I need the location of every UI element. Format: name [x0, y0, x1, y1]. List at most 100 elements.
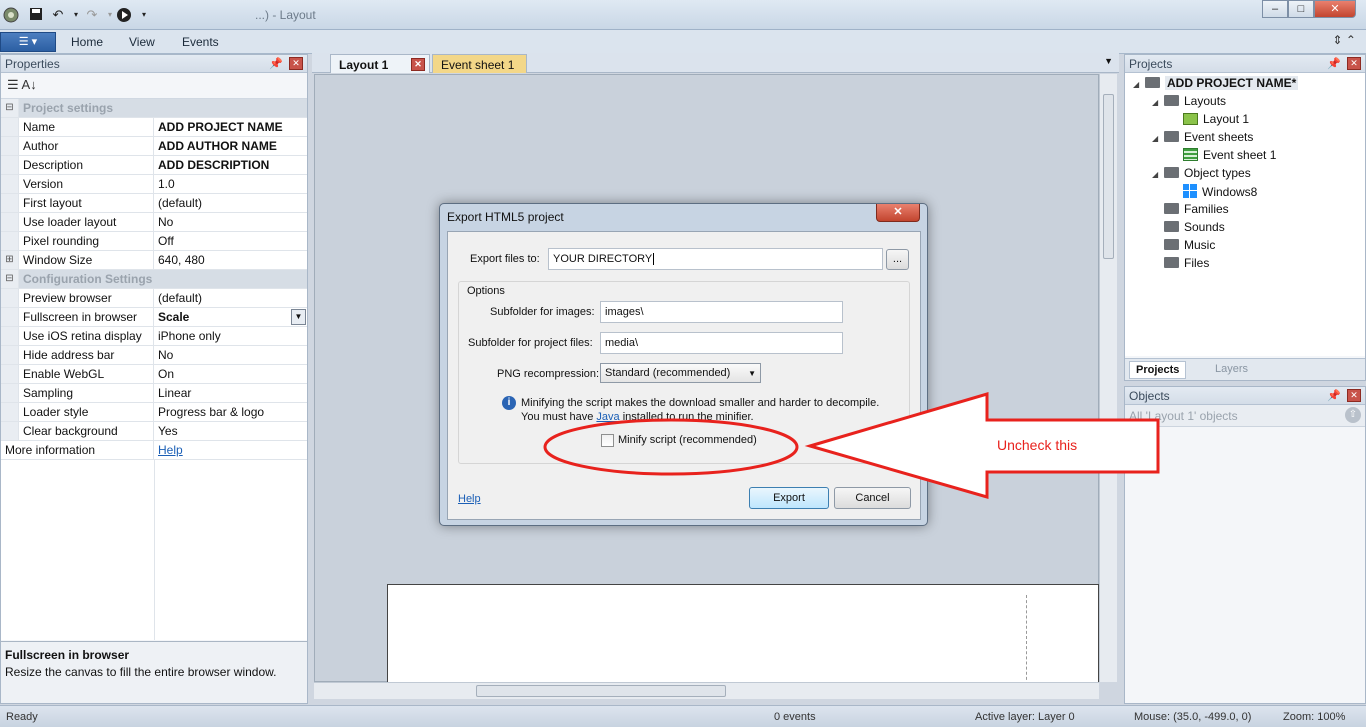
property-value[interactable]: ADD AUTHOR NAME: [154, 137, 307, 155]
minimize-button[interactable]: –: [1262, 0, 1288, 18]
export-path-input[interactable]: YOUR DIRECTORY: [548, 248, 883, 270]
close-panel-icon[interactable]: ✕: [1347, 57, 1361, 70]
expand-triangle-icon[interactable]: ◢: [1152, 170, 1164, 179]
java-link[interactable]: Java: [596, 411, 619, 423]
pin-icon[interactable]: 📌: [269, 57, 283, 70]
property-value[interactable]: Off: [154, 232, 307, 250]
help-link[interactable]: Help: [158, 443, 183, 457]
redo-icon[interactable]: ↷: [84, 7, 100, 23]
property-value[interactable]: Yes: [154, 422, 307, 440]
minify-script-checkbox[interactable]: [601, 434, 614, 447]
property-row[interactable]: Use iOS retina display iPhone only: [1, 327, 307, 346]
canvas-horizontal-scrollbar[interactable]: [314, 682, 1099, 699]
run-layout-icon[interactable]: [116, 7, 132, 23]
properties-toolbar[interactable]: ☰ A↓: [1, 73, 307, 99]
close-panel-icon[interactable]: ✕: [1347, 389, 1361, 402]
png-recompression-select[interactable]: Standard (recommended) ▼: [600, 363, 761, 383]
property-value[interactable]: No: [154, 213, 307, 231]
collapse-icon[interactable]: ⊟: [1, 99, 19, 117]
property-row[interactable]: Version 1.0: [1, 175, 307, 194]
property-value[interactable]: No: [154, 346, 307, 364]
property-value[interactable]: iPhone only: [154, 327, 307, 345]
property-row[interactable]: Clear background Yes: [1, 422, 307, 441]
horizontal-scroll-thumb[interactable]: [476, 685, 726, 697]
undo-dropdown-icon[interactable]: ▾: [68, 7, 84, 23]
tree-item[interactable]: Sounds: [1152, 220, 1225, 234]
save-icon[interactable]: [28, 7, 44, 23]
export-button[interactable]: Export: [749, 487, 829, 509]
property-value[interactable]: 640, 480: [154, 251, 307, 269]
property-category[interactable]: ⊟ Project settings: [1, 99, 307, 118]
close-tab-icon[interactable]: ✕: [411, 58, 425, 71]
property-row[interactable]: More information Help: [1, 441, 307, 460]
tree-item[interactable]: Layout 1: [1171, 112, 1249, 126]
tree-item[interactable]: ◢ Layouts: [1152, 94, 1226, 108]
tree-item[interactable]: Windows8: [1171, 184, 1257, 201]
property-row[interactable]: Sampling Linear: [1, 384, 307, 403]
property-row[interactable]: Description ADD DESCRIPTION: [1, 156, 307, 175]
tab-home[interactable]: Home: [71, 35, 103, 49]
property-value[interactable]: ADD DESCRIPTION: [154, 156, 307, 174]
property-row[interactable]: Loader style Progress bar & logo: [1, 403, 307, 422]
expand-triangle-icon[interactable]: ◢: [1152, 98, 1164, 107]
tree-item[interactable]: Families: [1152, 202, 1229, 216]
tab-layout-1[interactable]: Layout 1 ✕: [330, 54, 430, 73]
cancel-button[interactable]: Cancel: [834, 487, 911, 509]
property-value[interactable]: 1.0: [154, 175, 307, 193]
collapse-icon[interactable]: ⊟: [1, 270, 19, 288]
property-row[interactable]: Preview browser (default): [1, 289, 307, 308]
app-logo-icon[interactable]: [2, 6, 20, 24]
tree-item[interactable]: Event sheet 1: [1171, 148, 1276, 162]
dialog-help-link[interactable]: Help: [458, 493, 481, 505]
property-value[interactable]: Linear: [154, 384, 307, 402]
expand-icon[interactable]: ⊞: [1, 251, 19, 269]
app-menu-button[interactable]: ☰ ▾: [0, 32, 56, 52]
up-arrow-icon[interactable]: ⇧: [1345, 407, 1361, 423]
objects-filter[interactable]: All 'Layout 1' objects ⇧: [1125, 405, 1365, 427]
property-value[interactable]: ADD PROJECT NAME: [154, 118, 307, 136]
property-row[interactable]: Name ADD PROJECT NAME: [1, 118, 307, 137]
property-category[interactable]: ⊟ Configuration Settings: [1, 270, 307, 289]
tree-item[interactable]: Files: [1152, 256, 1209, 270]
property-value[interactable]: (default): [154, 289, 307, 307]
property-row[interactable]: Fullscreen in browser Scale ▼: [1, 308, 307, 327]
dialog-close-button[interactable]: ✕: [876, 204, 920, 222]
tree-item[interactable]: ◢ ADD PROJECT NAME*: [1133, 76, 1299, 90]
tab-events[interactable]: Events: [182, 35, 219, 49]
vertical-scroll-thumb[interactable]: [1103, 94, 1114, 259]
tab-layers[interactable]: Layers: [1215, 363, 1248, 375]
tree-item[interactable]: ◢ Event sheets: [1152, 130, 1253, 144]
property-row[interactable]: Use loader layout No: [1, 213, 307, 232]
property-value[interactable]: Progress bar & logo: [154, 403, 307, 421]
property-row[interactable]: ⊞ Window Size 640, 480: [1, 251, 307, 270]
chevron-down-icon[interactable]: ▼: [291, 309, 306, 325]
close-window-button[interactable]: ✕: [1314, 0, 1356, 18]
tabs-dropdown-icon[interactable]: ▼: [1104, 56, 1113, 66]
property-value[interactable]: On: [154, 365, 307, 383]
minify-script-label[interactable]: Minify script (recommended): [618, 434, 757, 446]
close-panel-icon[interactable]: ✕: [289, 57, 303, 70]
pin-icon[interactable]: 📌: [1327, 57, 1341, 70]
property-row[interactable]: Pixel rounding Off: [1, 232, 307, 251]
property-row[interactable]: Hide address bar No: [1, 346, 307, 365]
property-value[interactable]: Scale ▼: [154, 308, 307, 326]
ribbon-collapse-controls[interactable]: ⇕ ⌃: [1333, 33, 1356, 47]
maximize-button[interactable]: □: [1288, 0, 1314, 18]
property-row[interactable]: Enable WebGL On: [1, 365, 307, 384]
undo-icon[interactable]: ↶: [50, 7, 66, 23]
project-files-folder-input[interactable]: media\: [600, 332, 843, 354]
property-row[interactable]: Author ADD AUTHOR NAME: [1, 137, 307, 156]
expand-triangle-icon[interactable]: ◢: [1133, 80, 1145, 89]
images-folder-input[interactable]: images\: [600, 301, 843, 323]
tab-event-sheet-1[interactable]: Event sheet 1: [432, 54, 527, 73]
tab-projects[interactable]: Projects: [1129, 361, 1187, 379]
run-dropdown-icon[interactable]: ▾: [136, 7, 152, 23]
property-value[interactable]: Help: [154, 441, 307, 459]
expand-triangle-icon[interactable]: ◢: [1152, 134, 1164, 143]
tree-item[interactable]: ◢ Object types: [1152, 166, 1251, 180]
canvas-vertical-scrollbar[interactable]: [1099, 74, 1117, 682]
property-value[interactable]: (default): [154, 194, 307, 212]
tab-view[interactable]: View: [129, 35, 155, 49]
browse-button[interactable]: ...: [886, 249, 909, 270]
property-row[interactable]: First layout (default): [1, 194, 307, 213]
